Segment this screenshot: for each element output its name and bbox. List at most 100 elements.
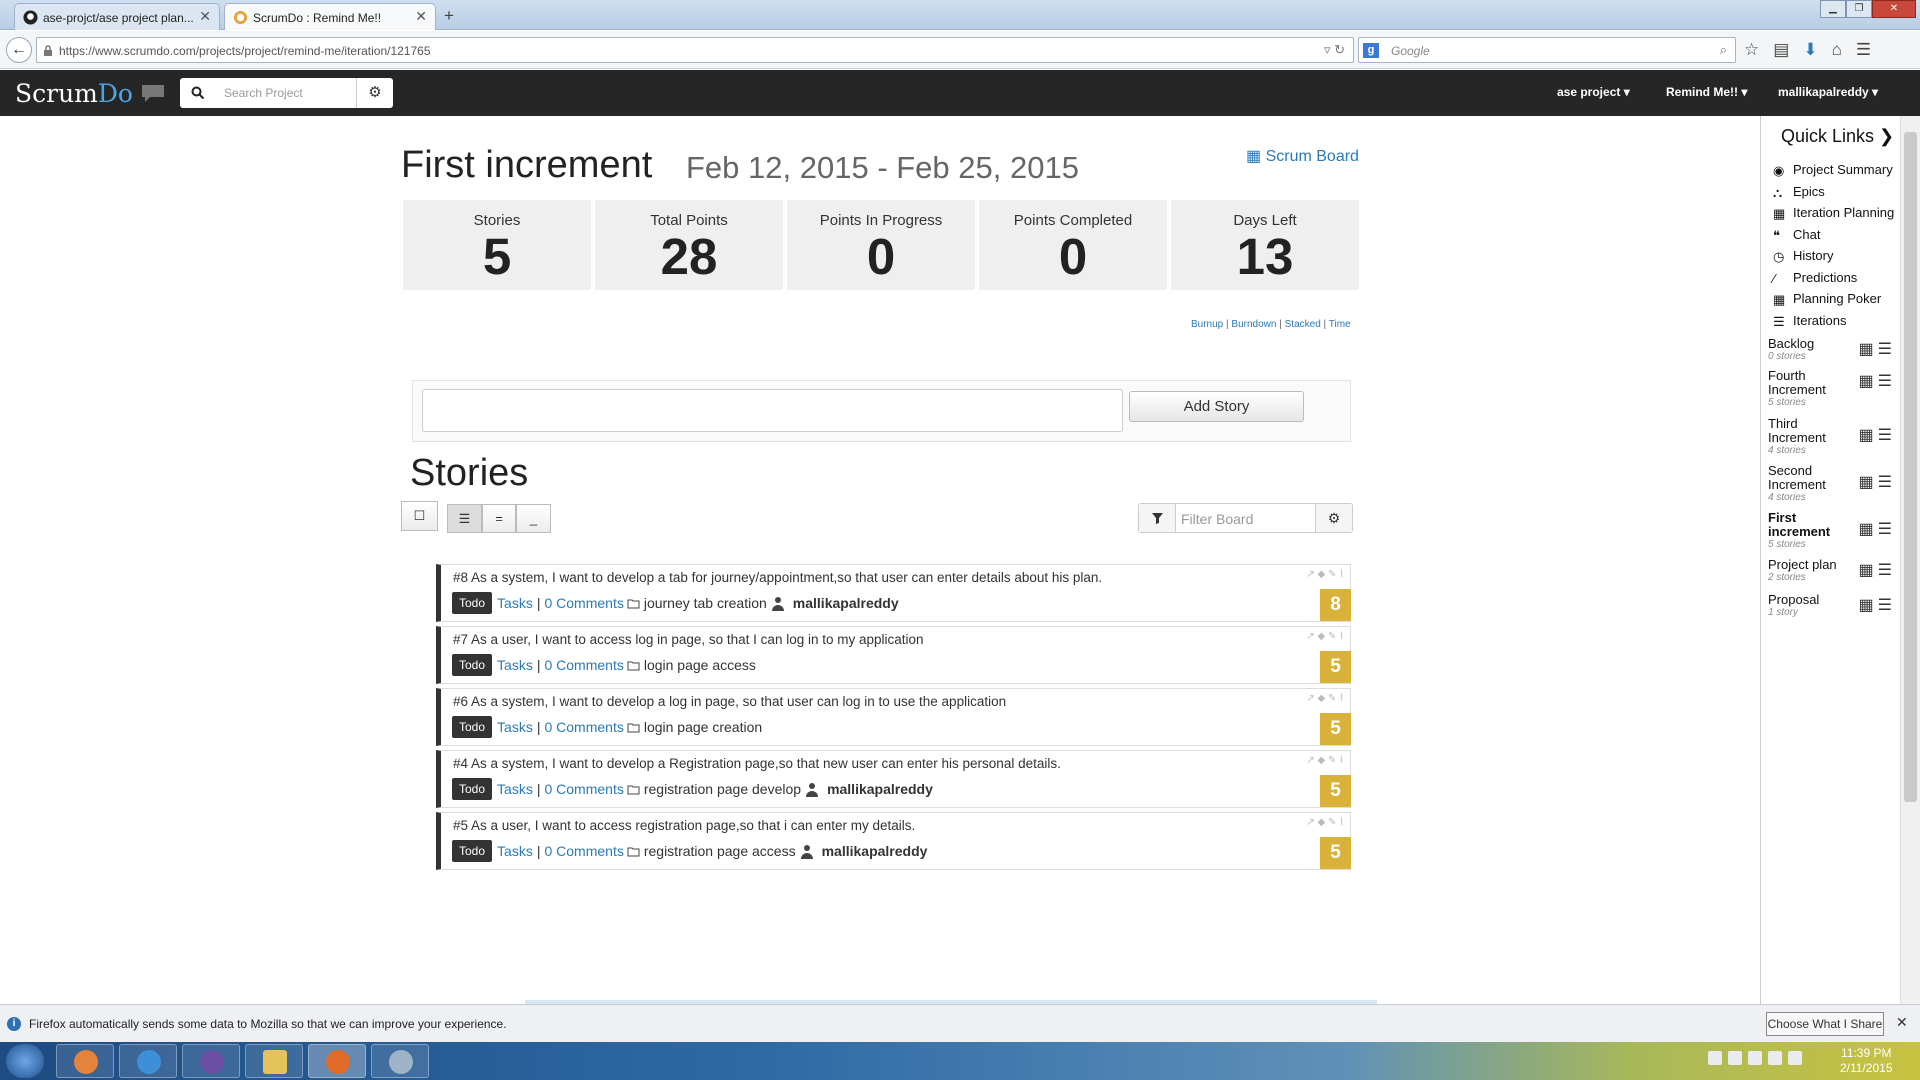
story-tool-icons[interactable]: ↗ ◆ ✎ ⌇	[1306, 693, 1344, 704]
story-tool-icons[interactable]: ↗ ◆ ✎ ⌇	[1306, 631, 1344, 642]
sidebar-item-project-summary[interactable]: ◉ Project Summary	[1773, 162, 1893, 178]
sidebar-item-iterations[interactable]: ☰ Iterations	[1773, 313, 1846, 329]
sidebar-item-predictions[interactable]: ⁄ Predictions	[1773, 270, 1857, 286]
add-story-button[interactable]: Add Story	[1129, 391, 1304, 422]
tray-battery-icon[interactable]	[1768, 1051, 1782, 1065]
story-points[interactable]: 8	[1320, 589, 1351, 621]
tasks-link[interactable]: Tasks	[497, 719, 533, 735]
status-badge[interactable]: Todo	[452, 716, 493, 738]
sidebar-item-iteration-planning[interactable]: ▦ Iteration Planning	[1773, 205, 1894, 221]
stacked-link[interactable]: Stacked	[1285, 319, 1321, 330]
filter-input[interactable]: Filter Board	[1181, 511, 1253, 527]
sidebar-item-epics[interactable]: ⛬ Epics	[1773, 184, 1825, 200]
sidebar-item-history[interactable]: ◷ History	[1773, 248, 1833, 264]
windows-start-icon[interactable]	[6, 1044, 44, 1078]
story-tool-icons[interactable]: ↗ ◆ ✎ ⌇	[1306, 817, 1344, 828]
user-menu[interactable]: mallikapalreddy ▾	[1778, 85, 1878, 99]
story-tool-icons[interactable]: ↗ ◆ ✎ ⌇	[1306, 755, 1344, 766]
close-tab-icon[interactable]: ✕	[415, 8, 427, 25]
scrollbar-thumb[interactable]	[1904, 132, 1917, 802]
story-points[interactable]: 5	[1320, 775, 1351, 807]
sidebar-item-planning-poker[interactable]: ▦ Planning Poker	[1773, 291, 1881, 307]
download-icon[interactable]: ⬇	[1803, 40, 1817, 60]
sidebar-item-chat[interactable]: ❝ Chat	[1773, 227, 1820, 243]
new-tab-icon[interactable]: +	[444, 6, 454, 26]
page-scrollbar[interactable]	[1900, 116, 1920, 1004]
sidebar-iteration-backlog[interactable]: Backlog 0 stories ▦ ☰	[1768, 337, 1896, 363]
taskbar-explorer[interactable]	[245, 1044, 303, 1078]
tab-github[interactable]: ase-projct/ase project plan... ✕	[14, 3, 220, 30]
search-input[interactable]: Search Project	[224, 86, 303, 100]
board-icon[interactable]: ▦	[1859, 595, 1874, 615]
taskbar-media-player[interactable]	[56, 1044, 114, 1078]
tasks-link[interactable]: Tasks	[497, 781, 533, 797]
sidebar-iteration-fourth-increment[interactable]: Fourth Increment 5 stories ▦ ☰	[1768, 369, 1896, 409]
window-close-icon[interactable]: ✕	[1872, 0, 1916, 18]
chat-bubble-icon[interactable]	[140, 83, 166, 103]
list-icon[interactable]: ☰	[1878, 519, 1892, 539]
tray-network-icon[interactable]	[1728, 1051, 1742, 1065]
taskbar-github[interactable]	[182, 1044, 240, 1078]
filter-gear-icon[interactable]: ⚙	[1315, 504, 1352, 532]
list-icon[interactable]: ☰	[1878, 472, 1892, 492]
select-all-checkbox[interactable]: ☐	[401, 501, 438, 531]
bookmark-star-icon[interactable]: ☆	[1744, 40, 1759, 60]
list-icon[interactable]: ☰	[1878, 595, 1892, 615]
tray-volume-icon[interactable]	[1788, 1051, 1802, 1065]
view-condensed-button[interactable]: _	[516, 504, 551, 533]
burndown-link[interactable]: Burndown	[1231, 319, 1276, 330]
status-badge[interactable]: Todo	[452, 840, 493, 862]
taskbar-paint[interactable]	[371, 1044, 429, 1078]
board-icon[interactable]: ▦	[1859, 371, 1874, 391]
sidebar-iteration-third-increment[interactable]: Third Increment 4 stories ▦ ☰	[1768, 417, 1896, 457]
status-badge[interactable]: Todo	[452, 778, 493, 800]
comments-link[interactable]: 0 Comments	[544, 719, 623, 735]
gear-icon[interactable]: ⚙	[356, 78, 393, 108]
board-icon[interactable]: ▦	[1859, 519, 1874, 539]
view-full-button[interactable]: ☰	[447, 504, 482, 533]
sidebar-iteration-proposal[interactable]: Proposal 1 story ▦ ☰	[1768, 593, 1896, 619]
story-textarea[interactable]	[422, 389, 1123, 432]
burnup-link[interactable]: Burnup	[1191, 319, 1223, 330]
system-clock[interactable]: 11:39 PM 2/11/2015	[1840, 1046, 1893, 1076]
search-magnifier-icon[interactable]: ⌕	[1720, 42, 1727, 58]
quick-links-title[interactable]: Quick Links ❯	[1781, 126, 1894, 147]
comments-link[interactable]: 0 Comments	[544, 595, 623, 611]
choose-what-i-share-button[interactable]: Choose What I Share	[1766, 1012, 1884, 1036]
tasks-link[interactable]: Tasks	[497, 595, 533, 611]
story-card[interactable]: #7 As a user, I want to access log in pa…	[436, 626, 1351, 684]
reload-icon[interactable]: ▿ ↻	[1324, 42, 1345, 58]
tray-flag-icon[interactable]	[1748, 1051, 1762, 1065]
restore-icon[interactable]: ❐	[1846, 0, 1872, 18]
story-card[interactable]: #4 As a system, I want to develop a Regi…	[436, 750, 1351, 808]
list-icon[interactable]: ☰	[1878, 560, 1892, 580]
close-icon[interactable]: ✕	[1896, 1014, 1908, 1031]
board-icon[interactable]: ▦	[1859, 425, 1874, 445]
tab-scrumdo[interactable]: ScrumDo : Remind Me!! ✕	[224, 3, 436, 30]
story-tool-icons[interactable]: ↗ ◆ ✎ ⌇	[1306, 569, 1344, 580]
sidebar-iteration-second-increment[interactable]: Second Increment 4 stories ▦ ☰	[1768, 464, 1896, 504]
home-icon[interactable]: ⌂	[1832, 40, 1842, 60]
back-arrow-icon[interactable]: ←	[6, 37, 32, 63]
story-points[interactable]: 5	[1320, 837, 1351, 869]
sidebar-iteration-project-plan[interactable]: Project plan 2 stories ▦ ☰	[1768, 558, 1896, 584]
taskbar-internet-explorer[interactable]	[119, 1044, 177, 1078]
list-icon[interactable]: ☰	[1878, 371, 1892, 391]
filter-icon[interactable]	[1139, 504, 1176, 532]
comments-link[interactable]: 0 Comments	[544, 843, 623, 859]
story-card[interactable]: #5 As a user, I want to access registrat…	[436, 812, 1351, 870]
list-icon[interactable]: ☰	[1878, 339, 1892, 359]
board-icon[interactable]: ▦	[1859, 472, 1874, 492]
browser-search-bar[interactable]: g Google ⌕	[1358, 37, 1736, 63]
menu-icon[interactable]: ☰	[1856, 40, 1871, 60]
tasks-link[interactable]: Tasks	[497, 843, 533, 859]
comments-link[interactable]: 0 Comments	[544, 657, 623, 673]
story-card[interactable]: #8 As a system, I want to develop a tab …	[436, 564, 1351, 622]
story-points[interactable]: 5	[1320, 651, 1351, 683]
story-card[interactable]: #6 As a system, I want to develop a log …	[436, 688, 1351, 746]
board-icon[interactable]: ▦	[1859, 560, 1874, 580]
url-bar[interactable]: https://www.scrumdo.com/projects/project…	[36, 37, 1354, 63]
project-menu[interactable]: ase project ▾	[1557, 85, 1630, 99]
view-compact-button[interactable]: =	[482, 504, 516, 533]
scrumdo-logo[interactable]: ScrumDo	[15, 79, 133, 108]
